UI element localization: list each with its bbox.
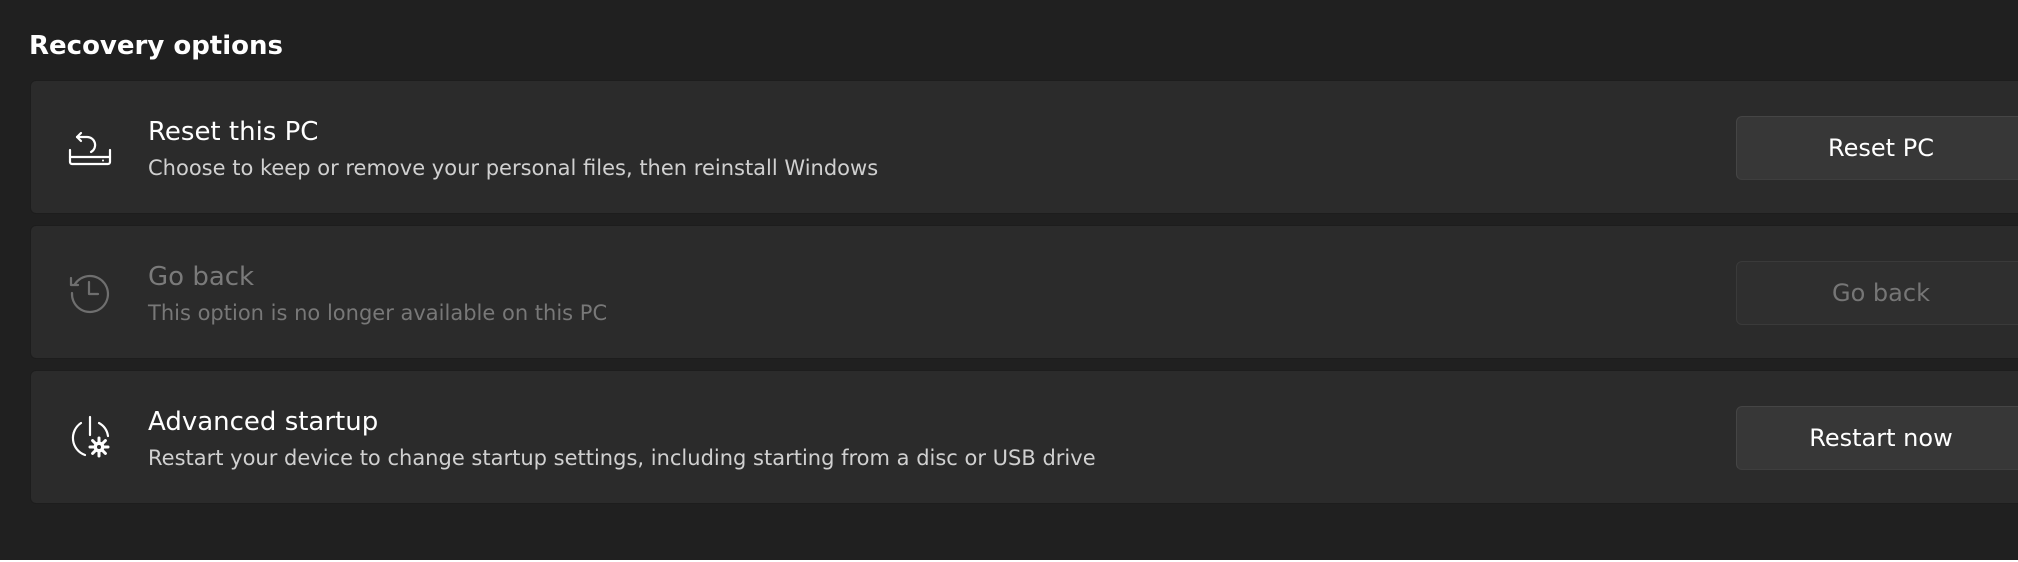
reset-pc-icon	[67, 124, 113, 170]
reset-pc-card: Reset this PC Choose to keep or remove y…	[30, 80, 2018, 214]
reset-pc-description: Choose to keep or remove your personal f…	[148, 156, 879, 180]
restart-now-button[interactable]: Restart now	[1736, 406, 2018, 470]
section-title: Recovery options	[29, 31, 283, 61]
go-back-title: Go back	[148, 262, 255, 292]
advanced-startup-icon	[67, 414, 113, 460]
advanced-startup-title: Advanced startup	[148, 407, 379, 437]
go-back-button[interactable]: Go back	[1736, 261, 2018, 325]
history-icon	[67, 269, 113, 315]
recovery-settings-page: Recovery options Reset this PC Choose to…	[0, 0, 2018, 560]
reset-pc-title: Reset this PC	[148, 117, 319, 147]
advanced-startup-card: Advanced startup Restart your device to …	[30, 370, 2018, 504]
advanced-startup-description: Restart your device to change startup se…	[148, 446, 1096, 470]
go-back-card: Go back This option is no longer availab…	[30, 225, 2018, 359]
go-back-description: This option is no longer available on th…	[148, 301, 608, 325]
reset-pc-button[interactable]: Reset PC	[1736, 116, 2018, 180]
